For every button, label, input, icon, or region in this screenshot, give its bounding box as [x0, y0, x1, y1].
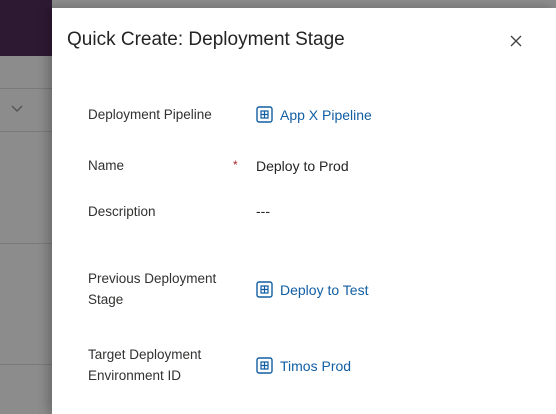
app-header-background: [0, 0, 52, 56]
previous-stage-label: Previous Deployment Stage: [88, 271, 217, 307]
target-environment-label: Target Deployment Environment ID: [88, 347, 202, 383]
deployment-pipeline-value[interactable]: App X Pipeline: [280, 107, 372, 123]
deployment-pipeline-label: Deployment Pipeline: [88, 107, 212, 122]
close-icon[interactable]: [508, 33, 524, 49]
background-toolbar-row: [0, 88, 52, 132]
entity-record-icon: [256, 106, 273, 123]
background-divider: [0, 364, 52, 365]
target-environment-lookup[interactable]: Timos Prod: [256, 357, 351, 374]
previous-stage-value[interactable]: Deploy to Test: [280, 282, 368, 298]
previous-stage-lookup[interactable]: Deploy to Test: [256, 281, 368, 298]
target-environment-value[interactable]: Timos Prod: [280, 358, 351, 374]
name-field[interactable]: Deploy to Prod: [256, 158, 349, 174]
deployment-pipeline-lookup[interactable]: App X Pipeline: [256, 106, 372, 123]
background-divider: [0, 243, 52, 244]
description-field[interactable]: ---: [256, 203, 270, 219]
quick-create-panel: Quick Create: Deployment Stage Deploymen…: [52, 8, 556, 414]
entity-record-icon: [256, 281, 273, 298]
name-label: Name: [88, 158, 125, 173]
description-label: Description: [88, 204, 156, 219]
entity-record-icon: [256, 357, 273, 374]
chevron-down-icon: [11, 105, 23, 112]
dialog-title: Quick Create: Deployment Stage: [67, 29, 345, 50]
required-indicator: *: [233, 158, 238, 172]
